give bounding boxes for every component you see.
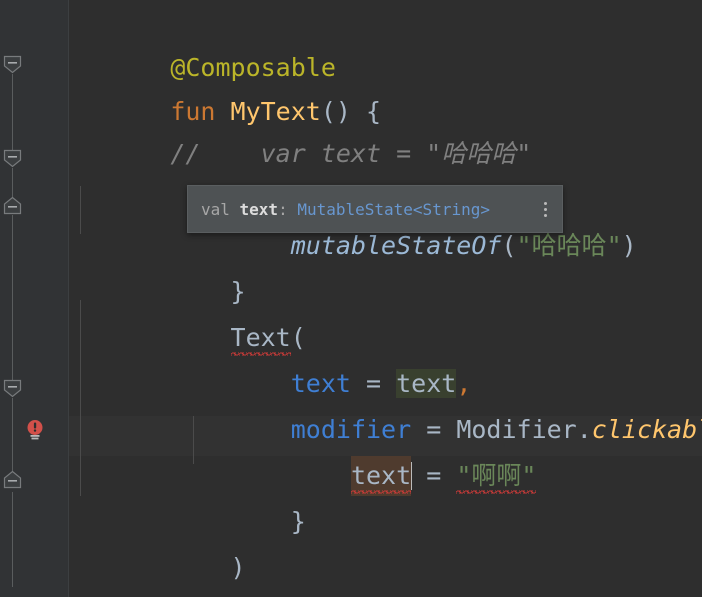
code-line-comment[interactable]: // var text = "哈哈哈" xyxy=(80,94,531,168)
token-open-paren: ( xyxy=(501,231,517,260)
fold-region-line xyxy=(12,492,13,587)
code-line-text-call[interactable]: Text( xyxy=(80,278,306,356)
gutter-fold-column xyxy=(0,0,68,597)
code-line-text-arg[interactable]: text = text, xyxy=(80,324,471,398)
tooltip-signature: val text: MutableState<String> xyxy=(188,200,528,219)
fold-region-line xyxy=(12,398,13,476)
fold-marker-clickable-end[interactable] xyxy=(3,470,22,489)
tooltip-type: MutableState<String> xyxy=(297,199,490,219)
token-string-literal: "哈哈哈" xyxy=(516,231,622,260)
token-string-literal-error: "啊啊" xyxy=(456,456,537,496)
type-info-tooltip[interactable]: val text: MutableState<String> xyxy=(187,185,563,233)
token-dot: . xyxy=(576,415,592,444)
code-line-close-fun[interactable]: } xyxy=(80,552,185,592)
token-close-paren: ) xyxy=(621,231,637,260)
token-identifier-text-error[interactable]: text xyxy=(350,456,412,496)
code-editor[interactable]: @Composable fun MyText() { // var text =… xyxy=(0,0,702,597)
error-bulb-icon[interactable] xyxy=(22,417,48,443)
code-line-val-text-remember[interactable]: val text = remember { xyxy=(80,140,547,214)
code-line-assign-text[interactable]: text = "啊啊" xyxy=(80,416,537,496)
dot xyxy=(543,207,547,211)
code-line-close-remember[interactable]: } xyxy=(80,232,246,306)
code-line-fun-declaration[interactable]: fun MyText() { xyxy=(80,52,381,126)
code-line-close-text-call[interactable]: ) xyxy=(80,508,246,582)
fold-marker-clickable-block[interactable] xyxy=(3,379,22,398)
editor-gutter[interactable] xyxy=(0,0,69,597)
tooltip-colon: : xyxy=(278,199,298,219)
fold-marker-remember-block[interactable] xyxy=(3,149,22,168)
token-equals: = xyxy=(411,461,457,490)
code-text-area[interactable]: @Composable fun MyText() { // var text =… xyxy=(68,0,702,597)
indent-guide xyxy=(80,300,81,496)
code-line-close-clickable[interactable]: } xyxy=(80,462,306,536)
dot xyxy=(543,213,547,217)
code-line-modifier-arg[interactable]: modifier = Modifier.clickable { xyxy=(80,370,702,444)
token-clickable-ext-fn: clickable xyxy=(591,415,702,444)
dot xyxy=(543,201,547,205)
tooltip-variable-name: text xyxy=(239,199,279,219)
fold-region-line xyxy=(12,74,13,158)
indent-guide xyxy=(80,186,81,234)
fold-region-line xyxy=(12,215,13,385)
fold-marker-remember-end[interactable] xyxy=(3,196,22,215)
code-line-annotation[interactable]: @Composable xyxy=(80,8,336,82)
indent-guide xyxy=(193,416,194,464)
tooltip-more-options-icon[interactable] xyxy=(528,186,562,232)
fold-marker-fun-mytext[interactable] xyxy=(3,55,22,74)
tooltip-keyword: val xyxy=(201,199,240,219)
token-mutable-state-of-call: mutableStateOf xyxy=(290,231,502,260)
